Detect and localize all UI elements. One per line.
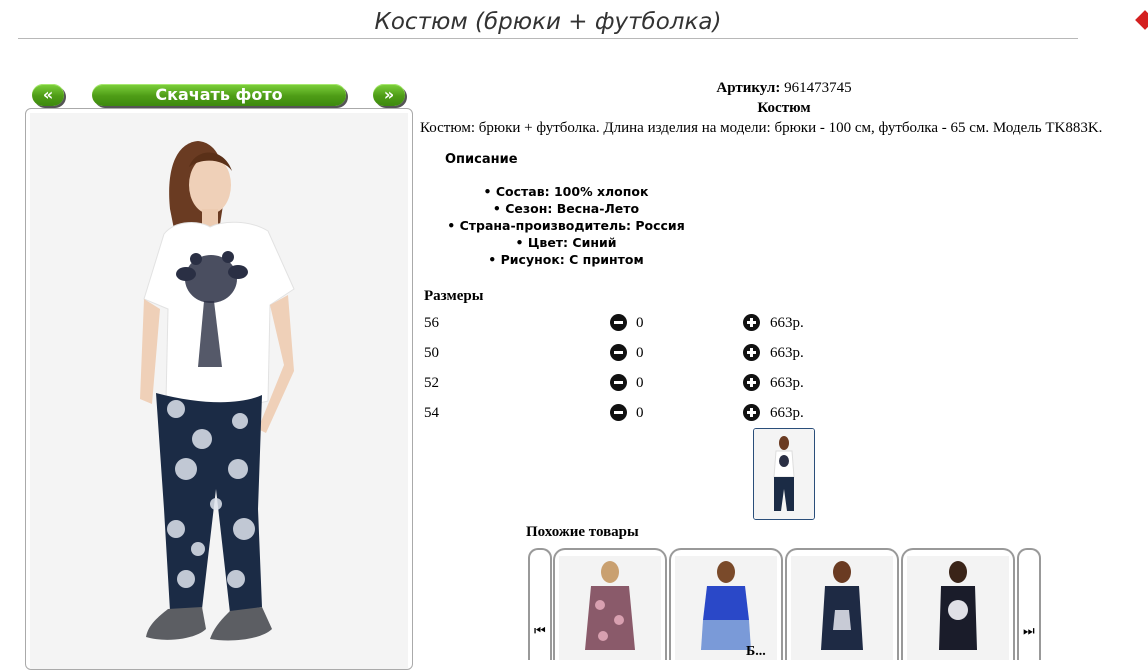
prev-photo-button[interactable]: « [32,84,64,106]
photo-thumbnail[interactable] [753,428,815,520]
similar-product-card[interactable] [901,548,1015,660]
quantity-value: 0 [636,405,644,421]
plus-icon[interactable] [743,404,760,421]
plus-icon[interactable] [743,314,760,331]
price-value: 663р. [770,315,804,331]
spec-item: • Страна-производитель: Россия [447,218,685,233]
price-value: 663р. [770,375,804,391]
size-value: 56 [424,315,439,331]
minus-icon[interactable] [610,404,627,421]
size-row: 52 0 663р. [424,373,1144,395]
size-value: 54 [424,405,439,421]
quantity-value: 0 [636,345,644,361]
size-row: 54 0 663р. [424,403,1144,425]
article-label: Артикул: [716,80,781,96]
price-value: 663р. [770,405,804,421]
carousel-next-button[interactable]: ⏭ [1017,548,1041,660]
main-product-photo[interactable] [25,108,413,670]
spec-item: • Цвет: Синий [515,235,617,250]
spec-item: • Сезон: Весна-Лето [492,201,640,216]
next-photo-button[interactable]: » [373,84,405,106]
size-row: 50 0 663р. [424,343,1144,365]
size-value: 50 [424,345,439,361]
size-value: 52 [424,375,439,391]
plus-icon[interactable] [743,374,760,391]
spec-list: • Состав: 100% хлопок • Сезон: Весна-Лет… [420,183,712,268]
page-title: Костюм (брюки + футболка) [18,4,1078,39]
quantity-value: 0 [636,375,644,391]
article-line: Артикул: 961473745 [420,80,1148,97]
similar-heading: Похожие товары [526,524,639,540]
product-description: Костюм: брюки + футболка. Длина изделия … [420,120,1103,136]
product-kind: Костюм [757,100,811,116]
skip-back-icon: ⏮ [534,624,546,639]
minus-icon[interactable] [610,344,627,361]
article-value: 961473745 [784,80,852,96]
partial-heading: Б... [746,644,766,659]
price-value: 663р. [770,345,804,361]
similar-product-card[interactable] [785,548,899,660]
minus-icon[interactable] [610,314,627,331]
minus-icon[interactable] [610,374,627,391]
similar-product-card[interactable] [553,548,667,660]
carousel-prev-button[interactable]: ⏮ [528,548,552,660]
sizes-heading: Размеры [424,288,484,304]
download-photo-button[interactable]: Скачать фото [92,84,346,106]
quantity-value: 0 [636,315,644,331]
close-icon[interactable] [1135,10,1148,30]
size-row: 56 0 663р. [424,313,1144,335]
model-figure [140,141,295,641]
spec-item: • Рисунок: С принтом [488,252,644,267]
spec-item: • Состав: 100% хлопок [483,184,649,199]
similar-product-card[interactable] [669,548,783,660]
skip-forward-icon: ⏭ [1023,624,1035,639]
description-heading: Описание [445,152,518,167]
plus-icon[interactable] [743,344,760,361]
